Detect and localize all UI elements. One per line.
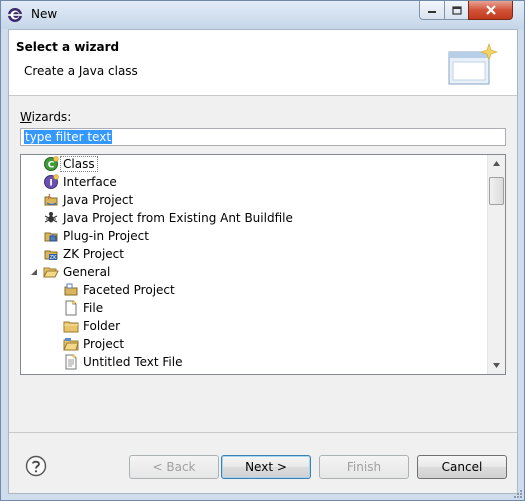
- wizards-label-mnemonic: W: [20, 110, 32, 124]
- minimize-icon: [428, 11, 436, 13]
- tree-item-class[interactable]: C Class: [43, 155, 98, 173]
- eclipse-app-icon: [8, 8, 22, 22]
- tree-item-label: Faceted Project: [83, 283, 175, 297]
- wizard-tree[interactable]: C Class I Interface Java Project Java Project…: [20, 154, 506, 375]
- next-button[interactable]: Next >: [221, 455, 311, 479]
- tree-item-general[interactable]: General: [31, 263, 111, 281]
- tree-item-interface[interactable]: I Interface: [43, 173, 117, 191]
- file-icon: [65, 300, 77, 316]
- minimize-button[interactable]: [419, 1, 445, 20]
- tree-item-label: Plug-in Project: [63, 229, 149, 243]
- tree-item-label: File: [83, 301, 104, 315]
- back-button[interactable]: < Back: [129, 455, 219, 479]
- tree-item-folder[interactable]: Folder: [63, 317, 120, 335]
- banner-title: Select a wizard: [16, 40, 120, 54]
- new-wizard-window: New Select a wizard Create a Java class: [0, 0, 525, 501]
- maximize-icon: [451, 5, 462, 15]
- tree-item-java-project-from-existing-ant-buildfile[interactable]: Java Project from Existing Ant Buildfile: [43, 209, 293, 227]
- tree-item-zk-project[interactable]: ZK ZK Project: [43, 245, 124, 263]
- button-bar-separator: [9, 432, 517, 433]
- close-icon: [485, 5, 496, 15]
- dialog-client-area: Select a wizard Create a Java class Wiza…: [8, 29, 518, 494]
- java-project-icon: [44, 193, 58, 206]
- tree-item-label: Interface: [63, 175, 117, 189]
- tree-item-faceted-project[interactable]: Faceted Project: [63, 281, 175, 299]
- text-file-icon: [65, 354, 77, 370]
- new-wizard-banner-icon: [448, 43, 498, 85]
- svg-text:I: I: [49, 179, 52, 189]
- finish-button[interactable]: Finish: [319, 455, 409, 479]
- banner-subtitle: Create a Java class: [24, 64, 138, 78]
- wizard-filter-input[interactable]: [20, 128, 506, 146]
- tree-item-label: Class: [60, 156, 98, 172]
- wizards-label-text: izards:: [31, 110, 72, 124]
- tree-item-label: Java Project from Existing Ant Buildfile: [63, 211, 293, 225]
- tree-item-label: General: [63, 265, 111, 279]
- cancel-button[interactable]: Cancel: [417, 455, 507, 479]
- scroll-down-arrow-icon[interactable]: [492, 361, 501, 370]
- tree-item-java-project[interactable]: Java Project: [43, 191, 133, 209]
- maximize-button[interactable]: [444, 1, 469, 20]
- tree-item-file[interactable]: File: [63, 299, 103, 317]
- folder-open-icon: [43, 267, 59, 278]
- resize-grip-icon[interactable]: [511, 487, 523, 499]
- zk-project-icon: ZK: [44, 250, 58, 261]
- svg-text:ZK: ZK: [50, 255, 57, 261]
- window-title: New: [31, 7, 58, 21]
- tree-item-plug-in-project[interactable]: Plug-in Project: [43, 227, 149, 245]
- java-class-icon: C: [44, 156, 59, 171]
- title-bar[interactable]: New: [1, 1, 524, 29]
- tree-item-label: Java Project: [63, 193, 134, 207]
- collapse-arrow-icon[interactable]: [29, 267, 39, 277]
- wizard-banner: Select a wizard Create a Java class: [9, 30, 517, 96]
- help-icon[interactable]: [25, 455, 47, 477]
- svg-text:C: C: [48, 161, 55, 171]
- tree-item-label: ZK Project: [63, 247, 124, 261]
- tree-vertical-scrollbar[interactable]: [487, 155, 505, 374]
- project-icon: [63, 338, 79, 351]
- faceted-project-icon: [64, 283, 78, 296]
- tree-item-untitled-text-file[interactable]: Untitled Text File: [63, 353, 182, 371]
- folder-icon: [63, 321, 79, 333]
- tree-item-label: Folder: [83, 319, 121, 333]
- scroll-up-arrow-icon[interactable]: [492, 159, 501, 168]
- ant-icon: [44, 212, 58, 223]
- scroll-thumb[interactable]: [489, 177, 504, 205]
- java-interface-icon: I: [44, 174, 59, 189]
- plugin-project-icon: [44, 232, 58, 242]
- close-button[interactable]: [468, 1, 513, 20]
- tree-item-label: Untitled Text File: [83, 355, 183, 369]
- tree-item-label: Project: [83, 337, 125, 351]
- tree-item-project[interactable]: Project: [63, 335, 124, 353]
- wizards-label: Wizards:: [20, 110, 71, 124]
